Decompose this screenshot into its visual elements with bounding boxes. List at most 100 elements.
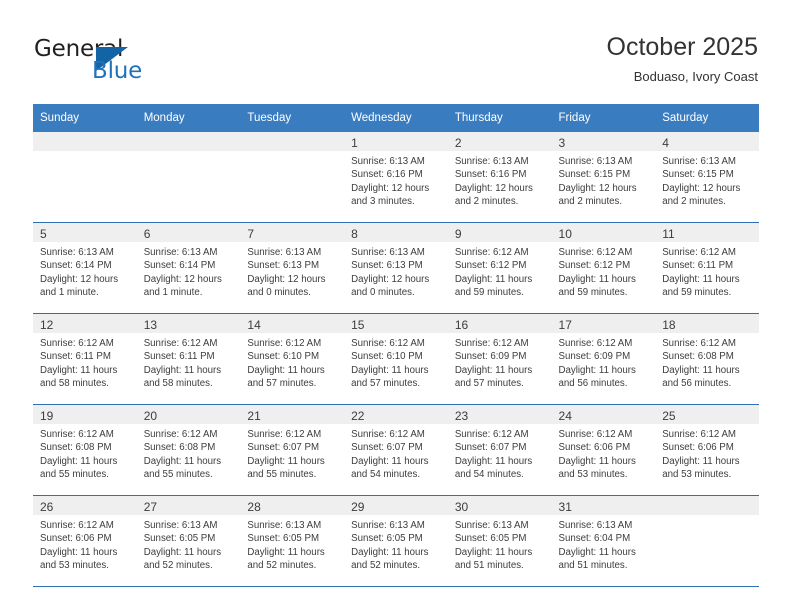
day-number-band: 24 [551,405,656,424]
day-cell-inner [655,496,759,586]
day-number: 29 [351,500,365,514]
calendar-day-cell[interactable]: 29 Sunrise: 6:13 AM Sunset: 6:05 PM Dayligh… [344,495,448,587]
day-cell-inner: 10 Sunrise: 6:12 AM Sunset: 6:12 PM Dayligh… [551,223,656,313]
calendar-day-cell[interactable]: 14 Sunrise: 6:12 AM Sunset: 6:10 PM Dayligh… [240,313,345,405]
sunset-text: Sunset: 6:05 PM [454,533,527,545]
day-cell-details: Sunrise: 6:12 AM Sunset: 6:10 PM Daylight:… [344,333,448,391]
calendar-header-row: Sunday Monday Tuesday Wednesday Thursday… [33,104,759,132]
daylight-text-line1: Daylight: 11 hours [662,364,740,376]
sunset-text: Sunset: 6:05 PM [351,533,423,545]
day-cell-details: Sunrise: 6:13 AM Sunset: 6:05 PM Daylight:… [448,515,552,573]
sunset-text: Sunset: 6:10 PM [351,351,423,363]
day-cell-details: Sunrise: 6:12 AM Sunset: 6:12 PM Daylight:… [448,242,552,300]
day-cell-inner: 24 Sunrise: 6:12 AM Sunset: 6:06 PM Dayligh… [551,405,656,495]
calendar-day-cell[interactable]: 21 Sunrise: 6:12 AM Sunset: 6:07 PM Dayligh… [240,404,345,496]
day-number: 11 [662,227,675,241]
day-cell-inner: 19 Sunrise: 6:12 AM Sunset: 6:08 PM Dayligh… [33,405,137,495]
sunset-text: Sunset: 6:12 PM [454,260,527,272]
calendar-day-cell[interactable]: 6 Sunrise: 6:13 AM Sunset: 6:14 PM Daylight… [136,222,241,314]
daylight-text-line2: and 2 minutes. [454,196,519,208]
daylight-text-line1: Daylight: 11 hours [662,273,740,285]
sunrise-text: Sunrise: 6:13 AM [351,247,425,258]
sunrise-text: Sunrise: 6:12 AM [558,429,633,440]
day-number-band: 9 [447,223,552,242]
calendar-day-cell[interactable]: 2 Sunrise: 6:13 AM Sunset: 6:16 PM Daylight… [447,132,552,223]
daylight-text-line1: Daylight: 12 hours [351,182,430,194]
sunset-text: Sunset: 6:11 PM [662,260,734,272]
calendar-day-cell[interactable]: 17 Sunrise: 6:12 AM Sunset: 6:09 PM Dayligh… [551,313,656,405]
calendar-day-cell[interactable]: 9 Sunrise: 6:12 AM Sunset: 6:12 PM Daylight… [447,222,552,314]
day-cell-inner [136,132,241,222]
day-number: 2 [454,136,462,150]
page-subtitle: Boduaso, Ivory Coast [633,69,758,84]
calendar-day-cell[interactable]: 8 Sunrise: 6:13 AM Sunset: 6:13 PM Daylight… [344,222,448,314]
day-cell-inner: 2 Sunrise: 6:13 AM Sunset: 6:16 PM Daylight… [447,132,552,222]
daylight-text-line2: and 53 minutes. [662,469,732,481]
sunset-text: Sunset: 6:12 PM [558,260,631,272]
day-number-band: 29 [344,496,448,515]
day-number: 7 [247,227,255,241]
daylight-text-line2: and 58 minutes. [40,378,109,390]
weekday-header-tuesday: Tuesday [240,104,345,132]
sunrise-text: Sunrise: 6:12 AM [143,338,218,349]
calendar-week-row: 1 Sunrise: 6:13 AM Sunset: 6:16 PM Daylight… [33,132,759,223]
day-number-band: 15 [344,314,448,333]
day-number: 26 [40,500,54,514]
weekday-header-monday: Monday [136,104,241,132]
calendar-day-cell[interactable]: 18 Sunrise: 6:12 AM Sunset: 6:08 PM Dayligh… [655,313,759,405]
daylight-text-line2: and 0 minutes. [247,287,311,299]
calendar-day-cell[interactable]: 15 Sunrise: 6:12 AM Sunset: 6:10 PM Dayligh… [344,313,448,405]
day-cell-inner: 7 Sunrise: 6:13 AM Sunset: 6:13 PM Daylight… [240,223,345,313]
sunrise-text: Sunrise: 6:12 AM [143,429,218,440]
day-cell-details: Sunrise: 6:12 AM Sunset: 6:11 PM Daylight:… [655,242,759,300]
sunset-text: Sunset: 6:09 PM [454,351,527,363]
calendar-table: Sunday Monday Tuesday Wednesday Thursday… [33,104,759,587]
calendar-day-cell[interactable]: 16 Sunrise: 6:12 AM Sunset: 6:09 PM Dayligh… [447,313,552,405]
calendar-day-cell[interactable]: 25 Sunrise: 6:12 AM Sunset: 6:06 PM Dayligh… [655,404,759,496]
calendar-day-cell[interactable]: 26 Sunrise: 6:12 AM Sunset: 6:06 PM Dayligh… [33,495,137,587]
calendar-day-cell[interactable]: 23 Sunrise: 6:12 AM Sunset: 6:07 PM Dayligh… [447,404,552,496]
calendar-day-cell[interactable]: 1 Sunrise: 6:13 AM Sunset: 6:16 PM Daylight… [344,132,448,223]
day-number-band: 20 [136,405,241,424]
calendar-day-cell[interactable]: 13 Sunrise: 6:12 AM Sunset: 6:11 PM Dayligh… [136,313,241,405]
day-number: 6 [143,227,151,241]
day-number-band: 10 [551,223,656,242]
calendar-day-cell[interactable]: 19 Sunrise: 6:12 AM Sunset: 6:08 PM Dayligh… [33,404,137,496]
daylight-text-line1: Daylight: 11 hours [558,546,636,558]
day-cell-details: Sunrise: 6:13 AM Sunset: 6:16 PM Daylight:… [344,151,448,209]
day-cell-details [655,515,759,519]
calendar-day-cell[interactable]: 10 Sunrise: 6:12 AM Sunset: 6:12 PM Dayligh… [551,222,656,314]
calendar-day-cell[interactable]: 28 Sunrise: 6:13 AM Sunset: 6:05 PM Dayligh… [240,495,345,587]
day-cell-inner: 5 Sunrise: 6:13 AM Sunset: 6:14 PM Daylight… [33,223,137,313]
day-number: 27 [143,500,158,514]
calendar-day-cell[interactable]: 5 Sunrise: 6:13 AM Sunset: 6:14 PM Daylight… [33,222,137,314]
sunset-text: Sunset: 6:15 PM [558,169,631,181]
sunrise-text: Sunrise: 6:12 AM [454,338,529,349]
sunrise-text: Sunrise: 6:13 AM [558,520,633,531]
calendar-day-cell[interactable]: 27 Sunrise: 6:13 AM Sunset: 6:05 PM Dayligh… [136,495,241,587]
calendar-day-cell[interactable]: 24 Sunrise: 6:12 AM Sunset: 6:06 PM Dayligh… [551,404,656,496]
day-number: 16 [454,318,469,332]
daylight-text-line1: Daylight: 11 hours [558,455,636,467]
daylight-text-line1: Daylight: 11 hours [247,364,325,376]
sunset-text: Sunset: 6:04 PM [558,533,631,545]
sunrise-text: Sunrise: 6:13 AM [351,520,425,531]
calendar-day-cell[interactable]: 30 Sunrise: 6:13 AM Sunset: 6:05 PM Dayligh… [447,495,552,587]
day-number: 3 [558,136,566,150]
calendar-day-cell[interactable]: 12 Sunrise: 6:12 AM Sunset: 6:11 PM Dayligh… [33,313,137,405]
daylight-text-line1: Daylight: 12 hours [40,273,119,285]
sunrise-text: Sunrise: 6:12 AM [247,429,322,440]
calendar-day-cell[interactable]: 4 Sunrise: 6:13 AM Sunset: 6:15 PM Daylight… [655,132,759,223]
day-number: 14 [247,318,261,332]
sunset-text: Sunset: 6:13 PM [351,260,423,272]
calendar-body: 1 Sunrise: 6:13 AM Sunset: 6:16 PM Daylight… [33,132,759,587]
day-cell-inner: 22 Sunrise: 6:12 AM Sunset: 6:07 PM Dayligh… [344,405,448,495]
calendar-day-cell[interactable]: 3 Sunrise: 6:13 AM Sunset: 6:15 PM Daylight… [551,132,656,223]
daylight-text-line2: and 53 minutes. [40,560,109,572]
calendar-day-cell[interactable]: 22 Sunrise: 6:12 AM Sunset: 6:07 PM Dayligh… [344,404,448,496]
calendar-day-cell[interactable]: 11 Sunrise: 6:12 AM Sunset: 6:11 PM Dayligh… [655,222,759,314]
calendar-day-cell[interactable]: 31 Sunrise: 6:13 AM Sunset: 6:04 PM Dayligh… [551,495,656,587]
sunrise-text: Sunrise: 6:13 AM [143,247,218,258]
calendar-day-cell[interactable]: 7 Sunrise: 6:13 AM Sunset: 6:13 PM Daylight… [240,222,345,314]
calendar-day-cell[interactable]: 20 Sunrise: 6:12 AM Sunset: 6:08 PM Dayligh… [136,404,241,496]
